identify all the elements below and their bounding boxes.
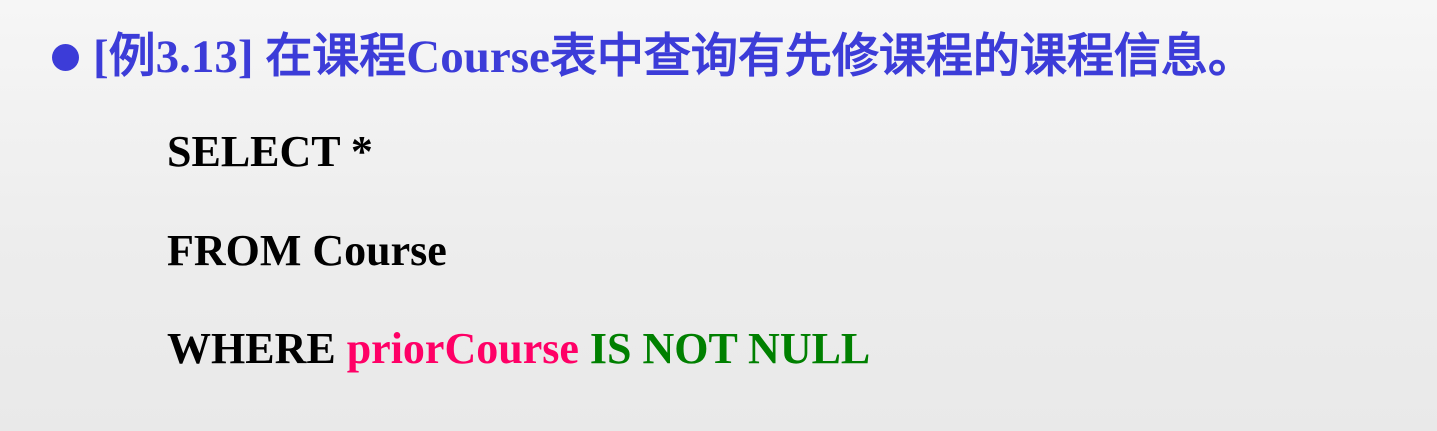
bullet-icon bbox=[52, 43, 79, 71]
example-heading: [例3.13] 在课程Course表中查询有先修课程的课程信息。 bbox=[52, 27, 1255, 87]
sql-space bbox=[336, 324, 347, 373]
sql-column-name: priorCourse bbox=[346, 324, 579, 373]
sql-select-line: SELECT * bbox=[167, 127, 373, 176]
sql-from-line: FROM Course bbox=[167, 226, 447, 275]
slide: [例3.13] 在课程Course表中查询有先修课程的课程信息。 SELECT … bbox=[0, 0, 1437, 431]
heading-text: [例3.13] 在课程Course表中查询有先修课程的课程信息。 bbox=[93, 31, 1255, 83]
sql-space bbox=[579, 324, 590, 373]
sql-where-keyword: WHERE bbox=[167, 324, 336, 373]
sql-where-line: WHERE priorCourse IS NOT NULL bbox=[167, 321, 870, 377]
sql-null-condition: IS NOT NULL bbox=[589, 324, 871, 373]
